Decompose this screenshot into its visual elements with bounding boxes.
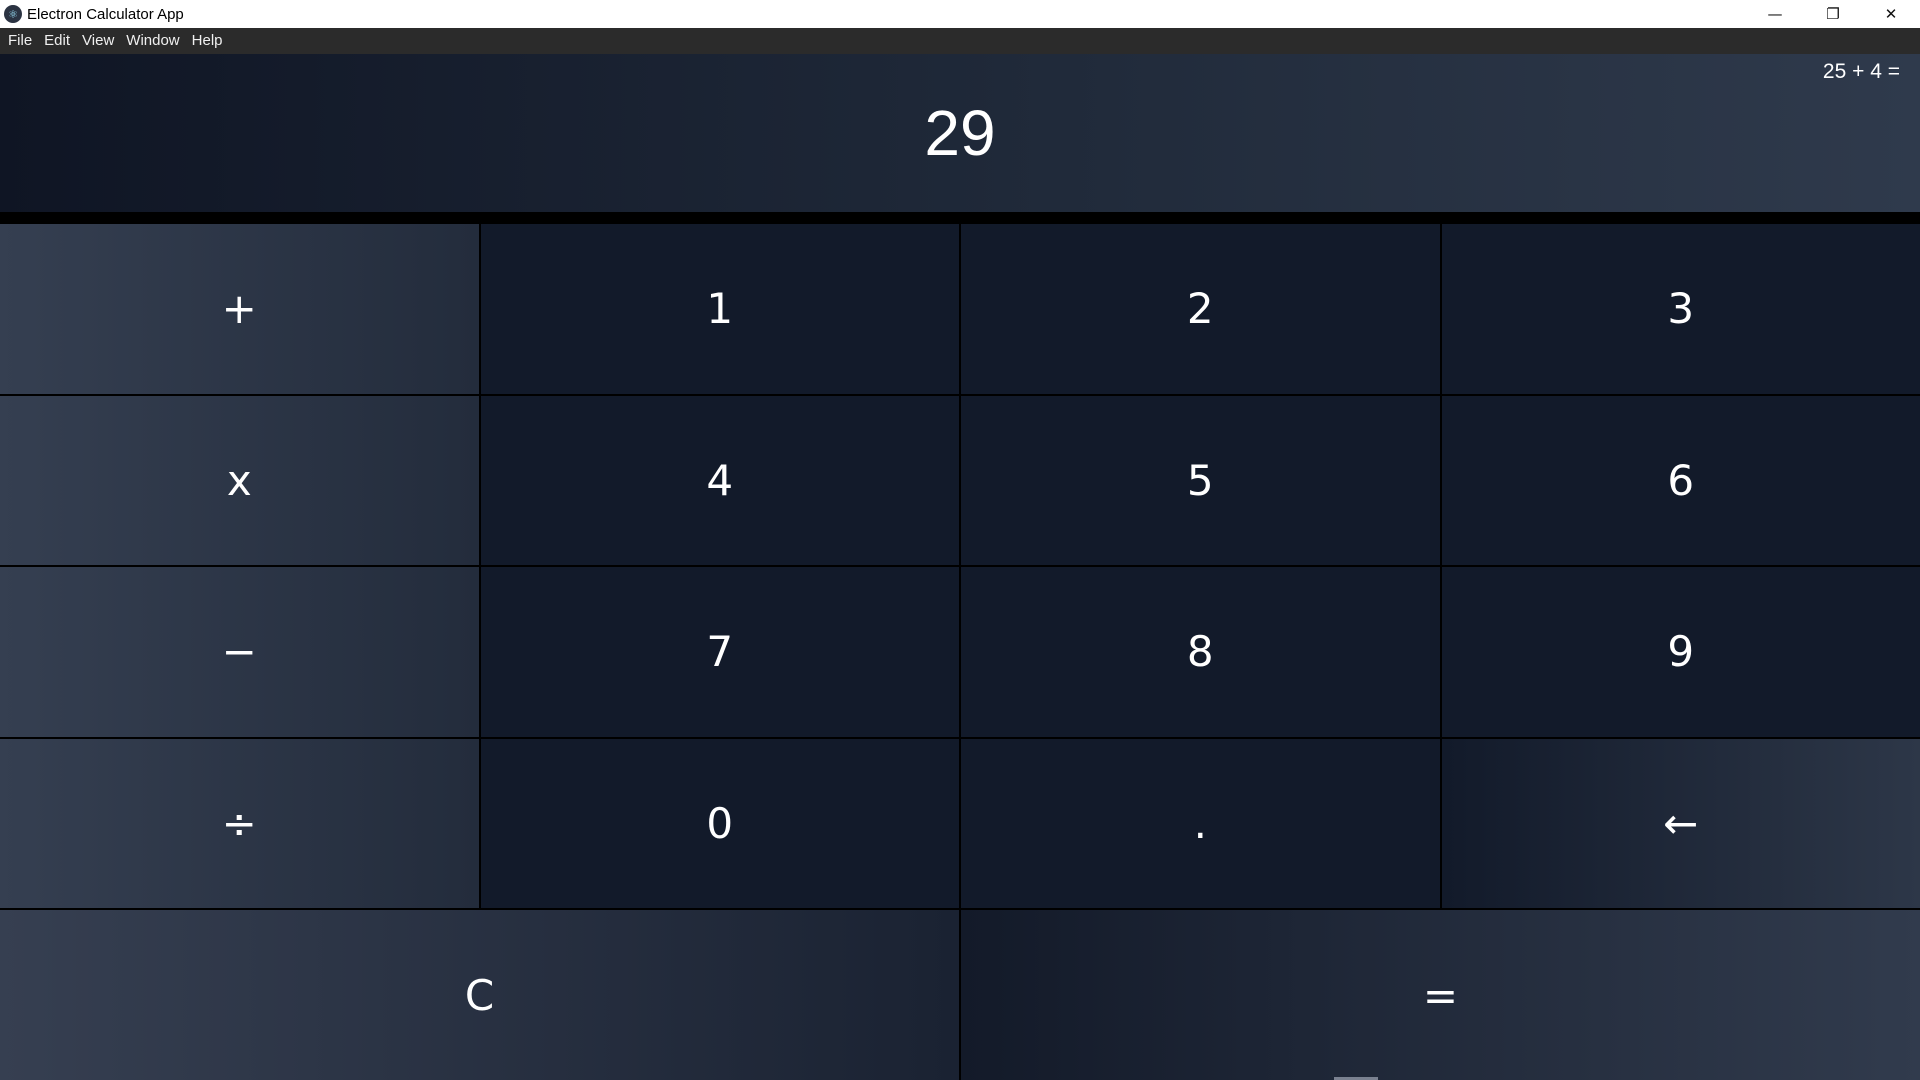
menu-window[interactable]: Window <box>120 28 185 54</box>
menu-edit[interactable]: Edit <box>38 28 76 54</box>
menu-view[interactable]: View <box>76 28 120 54</box>
minimize-button[interactable]: — <box>1746 0 1804 28</box>
title-bar: ⚛ Electron Calculator App — ❐ ✕ <box>0 0 1920 28</box>
equals-button[interactable]: = <box>961 910 1920 1080</box>
menu-bar: File Edit View Window Help <box>0 28 1920 54</box>
digit-8-button[interactable]: 8 <box>961 567 1440 737</box>
window-controls: — ❐ ✕ <box>1746 0 1920 28</box>
digit-7-button[interactable]: 7 <box>480 567 959 737</box>
multiply-button[interactable]: x <box>0 395 479 566</box>
plus-button[interactable]: + <box>0 224 479 394</box>
digit-2-button[interactable]: 2 <box>961 224 1440 394</box>
minus-button[interactable]: − <box>0 567 479 737</box>
keypad: + 1 2 3 x 4 5 6 − 7 8 9 ÷ 0 . ← C = <box>0 224 1920 1080</box>
expression-readout: 25 + 4 = <box>1822 60 1900 83</box>
backspace-button[interactable]: ← <box>1441 738 1920 909</box>
result-readout: 29 <box>924 97 996 169</box>
menu-help[interactable]: Help <box>186 28 229 54</box>
divide-button[interactable]: ÷ <box>0 738 479 909</box>
clear-button[interactable]: C <box>0 910 959 1080</box>
digit-1-button[interactable]: 1 <box>480 224 959 394</box>
digit-3-button[interactable]: 3 <box>1441 224 1920 394</box>
window-title: Electron Calculator App <box>27 5 184 23</box>
digit-9-button[interactable]: 9 <box>1441 567 1920 737</box>
restore-button[interactable]: ❐ <box>1804 0 1862 28</box>
decimal-button[interactable]: . <box>961 738 1440 909</box>
electron-app-icon: ⚛ <box>4 5 22 23</box>
menu-file[interactable]: File <box>2 28 38 54</box>
digit-4-button[interactable]: 4 <box>480 395 959 566</box>
calculator-display: 25 + 4 = 29 <box>0 54 1920 224</box>
close-button[interactable]: ✕ <box>1862 0 1920 28</box>
digit-6-button[interactable]: 6 <box>1441 395 1920 566</box>
digit-5-button[interactable]: 5 <box>961 395 1440 566</box>
digit-0-button[interactable]: 0 <box>480 738 959 909</box>
